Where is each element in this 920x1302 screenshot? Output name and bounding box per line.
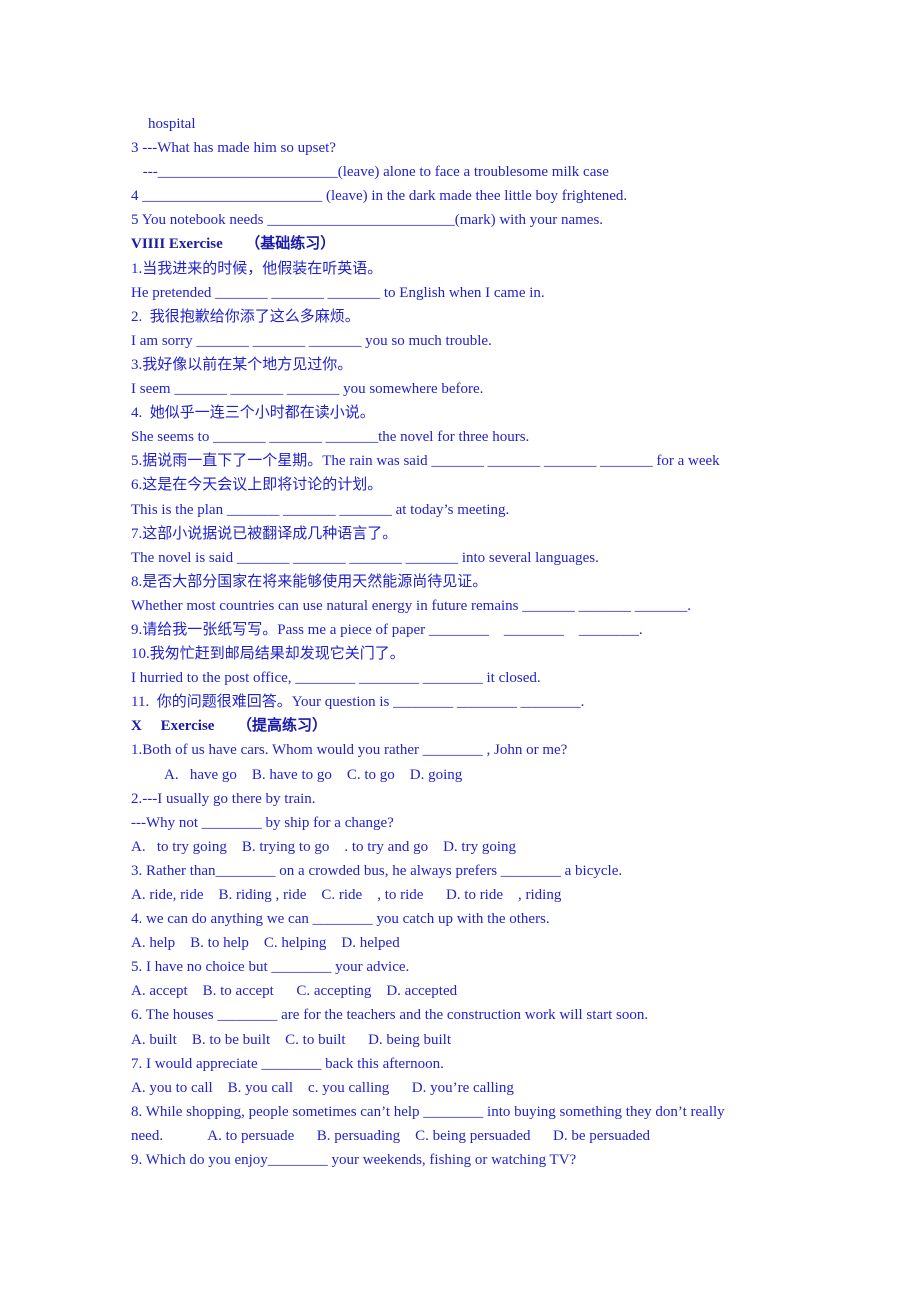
- exercise-3-english: I seem _______ _______ _______ you somew…: [131, 381, 484, 398]
- mc-question-3: 3. Rather than________ on a crowded bus,…: [131, 862, 623, 879]
- mc-question-5: 5. I have no choice but ________ your ad…: [131, 959, 410, 976]
- document-page: hospital 3 ---What has made him so upset…: [131, 112, 811, 1172]
- exercise-9: 9.请给我一张纸写写。Pass me a piece of paper ____…: [131, 621, 643, 638]
- question-3-answer: ---________________________(leave) alone…: [139, 164, 609, 181]
- mc-question-1-options: A. have go B. have to go C. to go D. goi…: [164, 766, 463, 783]
- mc-question-4: 4. we can do anything we can ________ yo…: [131, 911, 550, 928]
- text-line-hospital: hospital: [148, 116, 196, 132]
- mc-question-4-options: A. help B. to help C. helping D. helped: [131, 935, 400, 952]
- exercise-8-chinese: 8.是否大部分国家在将来能够使用天然能源尚待见证。: [131, 573, 488, 590]
- question-4: 4 ________________________ (leave) in th…: [131, 188, 628, 205]
- mc-question-6-options: A. built B. to be built C. to built D. b…: [131, 1031, 452, 1048]
- mc-question-9: 9. Which do you enjoy________ your weeke…: [131, 1152, 577, 1169]
- exercise-7-chinese: 7.这部小说据说已被翻译成几种语言了。: [131, 525, 398, 542]
- section-heading-x-exercise: X Exercise （提高练习）: [131, 718, 327, 735]
- mc-question-2-options: A. to try going B. trying to go . to try…: [131, 838, 516, 855]
- exercise-4-english: She seems to _______ _______ _______the …: [131, 429, 530, 446]
- exercise-10-english: I hurried to the post office, ________ _…: [131, 670, 541, 687]
- mc-question-8-options: need. A. to persuade B. persuading C. be…: [131, 1127, 651, 1144]
- mc-question-7: 7. I would appreciate ________ back this…: [131, 1055, 444, 1072]
- mc-question-2-line-1: 2.---I usually go there by train.: [131, 790, 316, 807]
- mc-question-7-options: A. you to call B. you call c. you callin…: [131, 1079, 514, 1096]
- exercise-6-chinese: 6.这是在今天会议上即将讨论的计划。: [131, 477, 383, 494]
- exercise-3-chinese: 3.我好像以前在某个地方见过你。: [131, 356, 353, 373]
- mc-question-5-options: A. accept B. to accept C. accepting D. a…: [131, 983, 458, 1000]
- exercise-6-english: This is the plan _______ _______ _______…: [131, 501, 510, 518]
- question-3-prompt: 3 ---What has made him so upset?: [131, 140, 336, 157]
- exercise-2-chinese: 2. 我很抱歉给你添了这么多麻烦。: [131, 308, 360, 325]
- exercise-1-chinese: 1.当我进来的时候，他假装在听英语。: [131, 260, 383, 277]
- exercise-8-english: Whether most countries can use natural e…: [131, 597, 692, 614]
- exercise-1-english: He pretended _______ _______ _______ to …: [131, 284, 545, 301]
- mc-question-8: 8. While shopping, people sometimes can’…: [131, 1103, 725, 1120]
- mc-question-6: 6. The houses ________ are for the teach…: [131, 1007, 649, 1024]
- section-heading-viiii-exercise: VIIII Exercise （基础练习）: [131, 236, 336, 253]
- mc-question-1: 1.Both of us have cars. Whom would you r…: [131, 742, 568, 759]
- mc-question-2-line-2: ---Why not ________ by ship for a change…: [131, 814, 394, 831]
- exercise-2-english: I am sorry _______ _______ _______ you s…: [131, 332, 492, 349]
- exercise-10-chinese: 10.我匆忙赶到邮局结果却发现它关门了。: [131, 646, 405, 663]
- exercise-5: 5.据说雨一直下了一个星期。The rain was said _______ …: [131, 453, 720, 470]
- exercise-4-chinese: 4. 她似乎一连三个小时都在读小说。: [131, 405, 375, 422]
- exercise-11: 11. 你的问题很难回答。Your question is ________ _…: [131, 694, 585, 711]
- exercise-7-english: The novel is said _______ _______ ______…: [131, 549, 599, 566]
- question-5: 5 You notebook needs ___________________…: [131, 212, 604, 229]
- mc-question-3-options: A. ride, ride B. riding , ride C. ride ,…: [131, 887, 562, 903]
